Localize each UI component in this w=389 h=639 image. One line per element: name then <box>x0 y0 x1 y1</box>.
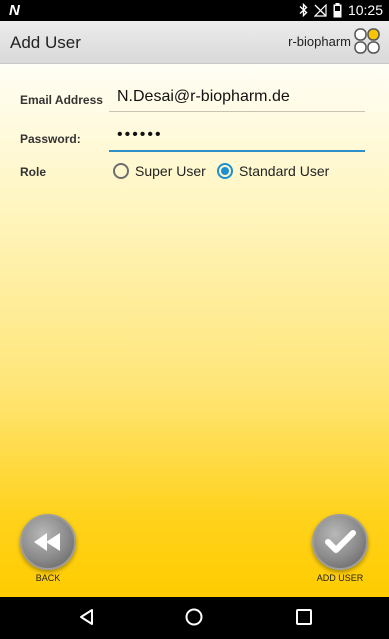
email-value: N.Desai@r-biopharm.de <box>117 88 290 105</box>
radio-checked-icon[interactable] <box>217 163 233 179</box>
password-field[interactable]: •••••• <box>109 126 365 152</box>
back-button-label: BACK <box>35 573 61 583</box>
home-circle-icon[interactable] <box>184 607 208 629</box>
rewind-icon <box>34 533 60 551</box>
app-bar: Add User r-biopharm <box>0 21 389 64</box>
back-button[interactable] <box>20 514 76 570</box>
notification-n-icon: N <box>9 2 20 19</box>
email-label: Email Address <box>20 93 103 107</box>
role-label: Role <box>20 165 47 179</box>
system-nav-bar <box>0 597 389 639</box>
logo-text: r-biopharm <box>288 33 351 49</box>
form-area: Email Address N.Desai@r-biopharm.de Pass… <box>0 64 389 597</box>
battery-icon <box>333 2 342 18</box>
add-user-button-label: ADD USER <box>316 573 364 583</box>
password-label: Password: <box>20 132 81 146</box>
radio-super-user[interactable]: Super User <box>113 163 206 179</box>
status-icons: 10:25 <box>299 2 383 18</box>
email-row: Email Address N.Desai@r-biopharm.de <box>0 86 389 116</box>
radio-standard-user[interactable]: Standard User <box>217 163 329 179</box>
recents-square-icon[interactable] <box>294 607 318 629</box>
role-row: Role Super User Standard User <box>0 162 389 186</box>
back-triangle-icon[interactable] <box>77 607 101 629</box>
page-title: Add User <box>10 33 81 52</box>
email-field[interactable]: N.Desai@r-biopharm.de <box>109 86 365 112</box>
clock-time: 10:25 <box>347 2 383 18</box>
password-row: Password: •••••• <box>0 126 389 156</box>
radio-unchecked-icon[interactable] <box>113 163 129 179</box>
bluetooth-icon <box>299 3 308 17</box>
checkmark-icon <box>325 530 356 553</box>
radio-standard-user-label: Standard User <box>239 163 330 179</box>
password-value: •••••• <box>117 126 163 143</box>
brand-logo: r-biopharm <box>288 28 380 54</box>
status-bar: N 10:25 <box>0 0 389 21</box>
add-user-button[interactable] <box>312 514 368 570</box>
no-signal-icon <box>313 3 327 17</box>
r-biopharm-logo-icon <box>354 28 380 54</box>
radio-super-user-label: Super User <box>135 163 206 179</box>
